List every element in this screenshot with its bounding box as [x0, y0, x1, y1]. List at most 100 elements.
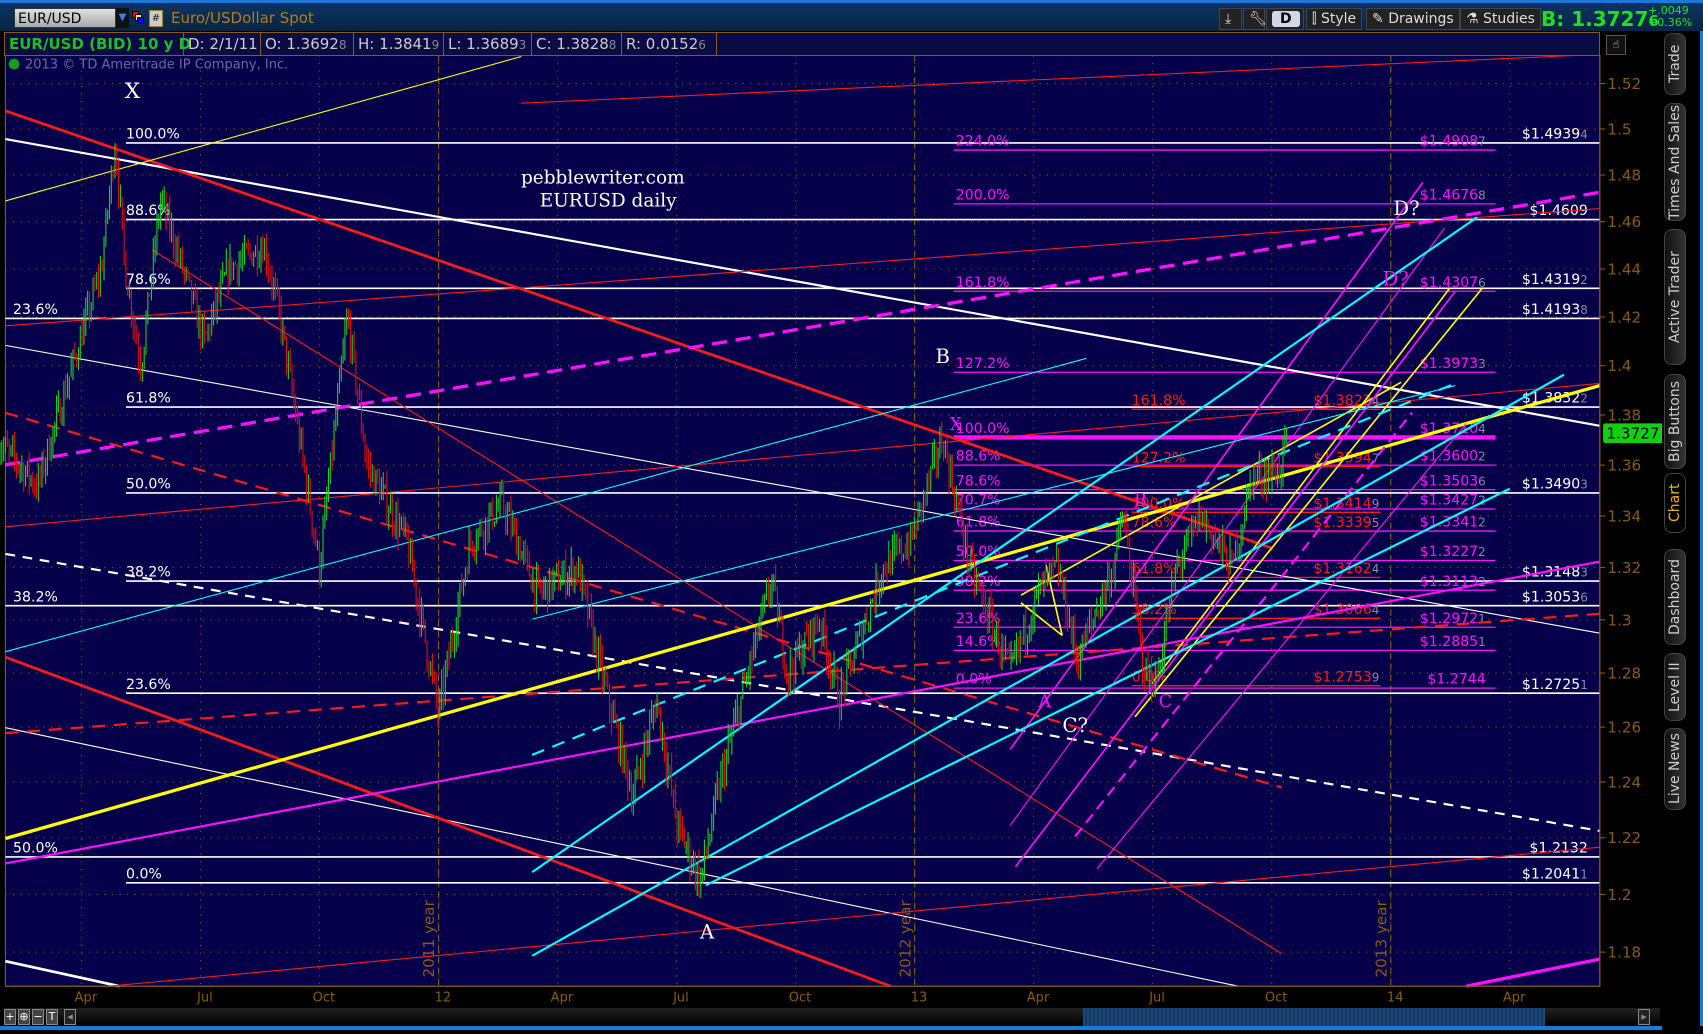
xa-level-pct: 78.6% [126, 272, 171, 288]
magenta-level-price: $1.31132 [1420, 574, 1486, 590]
high-sub: 9 [431, 38, 440, 52]
info-date: D: 2/1/11 [184, 33, 261, 55]
red-level-price-sub: 5 [1372, 516, 1380, 530]
studies-label: Studies [1483, 11, 1535, 27]
wave-label: D? [1393, 197, 1419, 220]
low-sub: 3 [518, 38, 527, 52]
outer-level-pct: 23.6% [13, 302, 58, 318]
time-tick-label: Jul [672, 990, 689, 1005]
year-label: 2013 year [1372, 899, 1390, 977]
period-button[interactable]: D [1266, 8, 1304, 30]
red-level-price-sub: 9 [1372, 670, 1380, 684]
info-icon[interactable] [8, 58, 20, 70]
price-tick-label: 1.22 [1607, 829, 1641, 847]
zoom-in-button[interactable]: + [4, 1009, 16, 1025]
wave-label: D? [1383, 268, 1409, 291]
scrollbar-thumb[interactable] [1083, 1008, 1545, 1026]
magenta-level-price: $1.35036 [1420, 473, 1486, 489]
style-button[interactable]: ⫿ Style [1306, 8, 1363, 30]
change-percent: +0.36% [1648, 16, 1693, 29]
draw-tool-icon[interactable]: ⤓ [1219, 8, 1242, 30]
zoom-fit-button[interactable]: ⊕ [18, 1009, 30, 1025]
magenta-level-price: $1.46768 [1420, 188, 1486, 204]
symbol-dropdown-button[interactable]: ▼ [116, 8, 129, 28]
magenta-level-price-sub: 1 [1478, 635, 1486, 649]
tab-big-buttons[interactable]: Big Buttons [1664, 374, 1686, 469]
right-sidebar: Trade Times And Sales Active Trader Big … [1662, 31, 1703, 1026]
xa-level-price-sub: 1 [1580, 867, 1588, 881]
xa-level-price-sub: 2 [1580, 273, 1588, 287]
range-sub: 6 [698, 38, 706, 52]
red-level-pct: 127.2% [1132, 450, 1186, 466]
price-tick-label: 1.2 [1607, 886, 1631, 904]
tab-trade[interactable]: Trade [1664, 33, 1686, 95]
magenta-level-pct: 127.2% [956, 356, 1010, 372]
chart-info-bar: EUR/USD (BID) 10 y D D: 2/1/11 O: 1.3692… [4, 32, 1600, 56]
magenta-level-price-sub: 7 [1478, 135, 1486, 149]
drawings-button[interactable]: ✎ Drawings [1366, 8, 1460, 30]
tab-times-and-sales[interactable]: Times And Sales [1664, 103, 1686, 221]
tab-chart[interactable]: Chart [1664, 473, 1686, 533]
wave-label: A [699, 920, 715, 943]
tab-active-trader[interactable]: Active Trader [1664, 229, 1686, 365]
symbol-hash-button[interactable]: # [149, 10, 163, 27]
magenta-level-price-sub: 8 [1478, 189, 1486, 203]
time-tick-label: 13 [911, 990, 928, 1005]
open-value: O: 1.3692 [265, 35, 339, 53]
xa-level-pct: 100.0% [126, 127, 180, 143]
price-tick-label: 1.18 [1607, 944, 1641, 962]
zoom-out-button[interactable]: − [32, 1009, 44, 1025]
wave-label: B [936, 345, 950, 368]
wrench-icon[interactable]: 🔧︎ [1243, 8, 1267, 30]
magenta-level-price: $1.32272 [1420, 544, 1486, 560]
xa-level-price: $1.49394 [1522, 127, 1588, 143]
price-tick-label: 1.24 [1607, 773, 1641, 791]
magenta-level-price-sub: 3 [1478, 357, 1486, 371]
wave-label: C? [1063, 714, 1088, 737]
magenta-level-price: $1.49087 [1420, 134, 1486, 150]
magenta-level-pct: 23.6% [956, 611, 1001, 627]
tab-live-news[interactable]: Live News [1664, 728, 1686, 810]
scroll-right-button[interactable]: ▸ [1638, 1009, 1650, 1025]
time-scrollbar[interactable]: + ⊕ − T ◂ ▸ [4, 1008, 1660, 1026]
text-tool-button[interactable]: T [46, 1009, 58, 1025]
scroll-left-button[interactable]: ◂ [64, 1009, 76, 1025]
symbol-input[interactable]: EUR/USD [14, 8, 116, 28]
tab-dashboard[interactable]: Dashboard [1664, 549, 1686, 645]
info-close: C: 1.38288 [532, 33, 622, 55]
magenta-level-pct: 78.6% [956, 473, 1001, 489]
link-color-icon[interactable] [132, 11, 144, 25]
time-tick-label: Apr [1503, 990, 1526, 1005]
price-tick-label: 1.48 [1607, 166, 1641, 184]
time-tick-label: 14 [1387, 990, 1404, 1005]
price-tick-label: 1.46 [1607, 213, 1641, 231]
studies-button[interactable]: ⚗ Studies [1460, 8, 1541, 30]
magenta-level-price: $1.29721 [1420, 611, 1486, 627]
open-sub: 8 [338, 38, 347, 52]
time-tick-label: Oct [789, 990, 812, 1005]
time-tick-label: Apr [551, 990, 574, 1005]
info-open: O: 1.36928 [261, 33, 354, 55]
magenta-level-pct: 161.8% [956, 275, 1010, 291]
symbol-description: Euro/USDollar Spot [171, 9, 314, 27]
xa-level-pct: 0.0% [126, 866, 162, 882]
magenta-level-price: $1.43076 [1420, 275, 1486, 291]
price-chart[interactable]: 2011 year 2012 year 2013 year 100.0% $1.493… [0, 0, 1703, 1034]
magenta-level-pct: 61.8% [956, 515, 1001, 531]
price-tick-label: 1.26 [1607, 719, 1641, 737]
price-tick-label: 1.5 [1607, 120, 1631, 138]
magenta-level-price-sub: 2 [1478, 516, 1486, 530]
magenta-level-price-sub: 4 [1478, 422, 1486, 436]
hand-cursor-button[interactable]: ☝ [1606, 35, 1626, 55]
time-tick-label: Jul [196, 990, 213, 1005]
outer-level-price: $1.41938 [1522, 302, 1588, 318]
wave-label: C [1159, 692, 1172, 712]
time-tick-label: Apr [75, 990, 98, 1005]
price-tick-label: 1.44 [1607, 260, 1641, 278]
wave-label: X [950, 415, 963, 435]
tab-level-ii[interactable]: Level II [1664, 653, 1686, 721]
time-tick-label: Apr [1027, 990, 1050, 1005]
wave-label: A [1038, 692, 1052, 712]
outer-level-price-sub: 8 [1580, 303, 1588, 317]
